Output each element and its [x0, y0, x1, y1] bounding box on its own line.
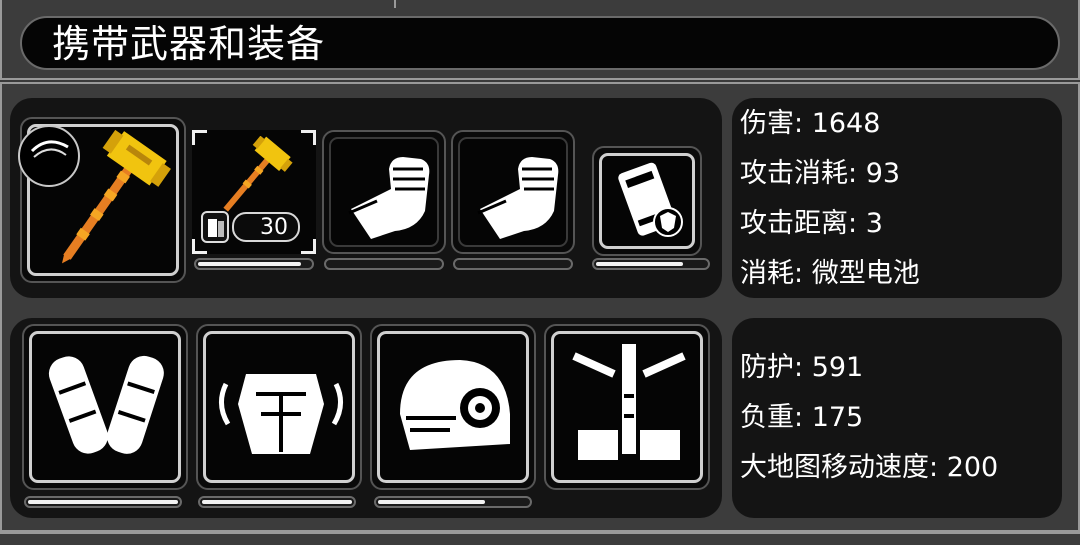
- fist-icon: [477, 157, 559, 239]
- durability-bar: [592, 258, 710, 270]
- battery-cell-icon: [201, 211, 229, 243]
- header-notch: [394, 0, 396, 8]
- stat-value: 175: [811, 402, 864, 433]
- armored-arms-icon: [48, 355, 164, 454]
- armor-slot-chest[interactable]: [196, 324, 362, 490]
- durability-bar: [24, 496, 182, 508]
- durability-bar: [198, 496, 356, 508]
- exoskeleton-frame-icon: [572, 344, 686, 460]
- durability-fill: [202, 500, 352, 504]
- stat-value: 200: [946, 452, 999, 483]
- weapon-slot-2[interactable]: [322, 130, 446, 254]
- durability-fill: [28, 500, 178, 504]
- durability-bar: [324, 258, 444, 270]
- stat-map-speed: 大地图移动速度: 200: [740, 452, 998, 484]
- stat-value: 微型电池: [811, 258, 920, 289]
- armor-slot-arms[interactable]: [22, 324, 188, 490]
- helmet-icon: [400, 360, 510, 450]
- chest-armor-icon: [219, 374, 343, 454]
- durability-fill: [596, 262, 684, 266]
- stat-label: 消耗:: [740, 258, 804, 289]
- durability-bar: [453, 258, 573, 270]
- durability-bar: [374, 496, 532, 508]
- ammo-count: 30: [260, 215, 288, 240]
- footer-frame: [0, 532, 1080, 545]
- durability-fill: [378, 500, 485, 504]
- stat-damage: 伤害: 1648: [740, 108, 880, 140]
- ammo-count-badge: 30: [232, 212, 300, 242]
- stat-label: 防护:: [740, 352, 804, 383]
- stat-label: 伤害:: [740, 108, 804, 139]
- durability-fill: [198, 262, 301, 266]
- stat-consumption: 消耗: 微型电池: [740, 258, 920, 290]
- durability-bar: [194, 258, 314, 270]
- round-black-badge-icon[interactable]: [18, 125, 80, 187]
- stat-label: 大地图移动速度:: [740, 452, 939, 483]
- stat-value: 591: [811, 352, 864, 383]
- weapon-slot-3[interactable]: [451, 130, 575, 254]
- stat-value: 93: [865, 158, 901, 189]
- armor-slot-helmet[interactable]: [370, 324, 536, 490]
- consumable-slot[interactable]: [592, 146, 702, 256]
- battery-shield-icon: [618, 162, 683, 237]
- stat-value: 1648: [811, 108, 881, 139]
- stat-label: 攻击消耗:: [740, 158, 858, 189]
- fist-icon: [348, 157, 430, 239]
- stat-protection: 防护: 591: [740, 352, 863, 384]
- stat-label: 负重:: [740, 402, 804, 433]
- selection-corner-br: [301, 239, 316, 254]
- stat-value: 3: [865, 208, 883, 239]
- stat-label: 攻击距离:: [740, 208, 858, 239]
- stat-load: 负重: 175: [740, 402, 863, 434]
- title-bar: 携带武器和装备: [20, 16, 1060, 70]
- page-title: 携带武器和装备: [52, 22, 326, 66]
- stat-attack-cost: 攻击消耗: 93: [740, 158, 900, 190]
- weapon-slot-1[interactable]: 30: [192, 130, 316, 254]
- armor-slot-exoskeleton[interactable]: [544, 324, 710, 490]
- golden-hammer-icon: [223, 136, 293, 212]
- stat-attack-range: 攻击距离: 3: [740, 208, 883, 240]
